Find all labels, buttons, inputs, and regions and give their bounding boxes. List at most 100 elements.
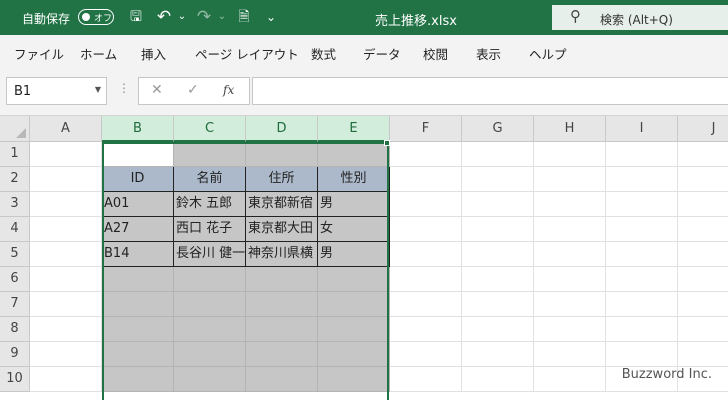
cell-i1[interactable] <box>606 142 678 167</box>
column-header-b[interactable]: B <box>102 116 174 142</box>
fill-handle[interactable] <box>384 140 390 146</box>
cell-c6[interactable] <box>174 267 246 292</box>
cell-b1[interactable] <box>102 142 174 167</box>
menu-help[interactable]: ヘルプ <box>529 44 567 63</box>
cell-i7[interactable] <box>606 292 678 317</box>
column-header-d[interactable]: D <box>246 116 318 142</box>
cell-f4[interactable] <box>390 217 462 242</box>
cell-e8[interactable] <box>318 317 390 342</box>
cell-j8[interactable] <box>678 317 728 342</box>
cell-e6[interactable] <box>318 267 390 292</box>
cell-f8[interactable] <box>390 317 462 342</box>
cell-c8[interactable] <box>174 317 246 342</box>
menu-formulas[interactable]: 数式 <box>311 44 336 63</box>
cell-a8[interactable] <box>30 317 102 342</box>
name-box-dropdown-icon[interactable]: ▼ <box>95 85 101 94</box>
cell-a7[interactable] <box>30 292 102 317</box>
undo-dropdown-icon[interactable]: ⌄ <box>173 8 191 26</box>
cell-b7[interactable] <box>102 292 174 317</box>
cell-a10[interactable] <box>30 367 102 392</box>
cell-d8[interactable] <box>246 317 318 342</box>
row-header-3[interactable]: 3 <box>0 192 30 217</box>
row-header-5[interactable]: 5 <box>0 242 30 267</box>
row-header-4[interactable]: 4 <box>0 217 30 242</box>
select-all-button[interactable] <box>0 116 30 142</box>
menu-data[interactable]: データ <box>363 44 401 63</box>
cell-g6[interactable] <box>462 267 534 292</box>
cell-a9[interactable] <box>30 342 102 367</box>
cell-j7[interactable] <box>678 292 728 317</box>
cell-e10[interactable] <box>318 367 390 392</box>
cell-f1[interactable] <box>390 142 462 167</box>
table-header-cell[interactable]: 名前 <box>174 167 246 192</box>
cell-b5[interactable]: B14 <box>102 242 174 267</box>
cell-g2[interactable] <box>462 167 534 192</box>
cell-a2[interactable] <box>30 167 102 192</box>
cell-a5[interactable] <box>30 242 102 267</box>
menu-view[interactable]: 表示 <box>476 44 501 63</box>
cell-a3[interactable] <box>30 192 102 217</box>
cell-g1[interactable] <box>462 142 534 167</box>
cell-d3[interactable]: 東京都新宿 <box>246 192 318 217</box>
enter-icon[interactable]: ✓ <box>187 82 199 98</box>
cell-b3[interactable]: A01 <box>102 192 174 217</box>
menu-insert[interactable]: 挿入 <box>141 44 166 63</box>
cell-d5[interactable]: 神奈川県横 <box>246 242 318 267</box>
menu-home[interactable]: ホーム <box>80 44 117 63</box>
column-header-e[interactable]: E <box>318 116 390 142</box>
cell-d9[interactable] <box>246 342 318 367</box>
cell-h1[interactable] <box>534 142 606 167</box>
cell-g5[interactable] <box>462 242 534 267</box>
cell-i5[interactable] <box>606 242 678 267</box>
cell-b4[interactable]: A27 <box>102 217 174 242</box>
menu-review[interactable]: 校閲 <box>423 44 448 63</box>
cell-g3[interactable] <box>462 192 534 217</box>
row-header-9[interactable]: 9 <box>0 342 30 367</box>
cell-i2[interactable] <box>606 167 678 192</box>
cell-a1[interactable] <box>30 142 102 167</box>
cell-f6[interactable] <box>390 267 462 292</box>
cell-g10[interactable] <box>462 367 534 392</box>
column-header-a[interactable]: A <box>30 116 102 142</box>
cell-f7[interactable] <box>390 292 462 317</box>
cell-h9[interactable] <box>534 342 606 367</box>
cell-i8[interactable] <box>606 317 678 342</box>
autosave-toggle[interactable]: オフ <box>78 9 114 25</box>
column-header-i[interactable]: I <box>606 116 678 142</box>
formula-input[interactable] <box>252 77 728 105</box>
table-header-cell[interactable]: ID <box>102 167 174 192</box>
formula-bar-grip-icon[interactable]: ⋮ <box>118 81 130 95</box>
cell-e7[interactable] <box>318 292 390 317</box>
cell-f5[interactable] <box>390 242 462 267</box>
menu-file[interactable]: ファイル <box>14 44 64 63</box>
cell-j6[interactable] <box>678 267 728 292</box>
cell-j5[interactable] <box>678 242 728 267</box>
redo-icon[interactable]: ↷ <box>195 8 213 26</box>
cell-b10[interactable] <box>102 367 174 392</box>
insert-function-icon[interactable]: fx <box>223 83 234 97</box>
cell-f3[interactable] <box>390 192 462 217</box>
row-header-6[interactable]: 6 <box>0 267 30 292</box>
column-header-g[interactable]: G <box>462 116 534 142</box>
cell-f9[interactable] <box>390 342 462 367</box>
table-header-cell[interactable]: 住所 <box>246 167 318 192</box>
cell-h10[interactable] <box>534 367 606 392</box>
spreadsheet-grid[interactable]: A B C D E F G H I J 1 2 ID 名前 住所 性別 3 A01 鈴木 五郎 東京都新宿男 4 A27 西… <box>0 116 728 400</box>
cell-e1[interactable] <box>318 142 390 167</box>
cell-g9[interactable] <box>462 342 534 367</box>
cell-f10[interactable] <box>390 367 462 392</box>
cell-g4[interactable] <box>462 217 534 242</box>
cell-e9[interactable] <box>318 342 390 367</box>
cell-h8[interactable] <box>534 317 606 342</box>
cell-c3[interactable]: 鈴木 五郎 <box>174 192 246 217</box>
column-header-f[interactable]: F <box>390 116 462 142</box>
cell-d10[interactable] <box>246 367 318 392</box>
cell-j2[interactable] <box>678 167 728 192</box>
cell-d1[interactable] <box>246 142 318 167</box>
cell-h5[interactable] <box>534 242 606 267</box>
cell-i6[interactable] <box>606 267 678 292</box>
cell-h3[interactable] <box>534 192 606 217</box>
cell-a6[interactable] <box>30 267 102 292</box>
undo-icon[interactable]: ↶ <box>155 8 173 26</box>
row-header-7[interactable]: 7 <box>0 292 30 317</box>
